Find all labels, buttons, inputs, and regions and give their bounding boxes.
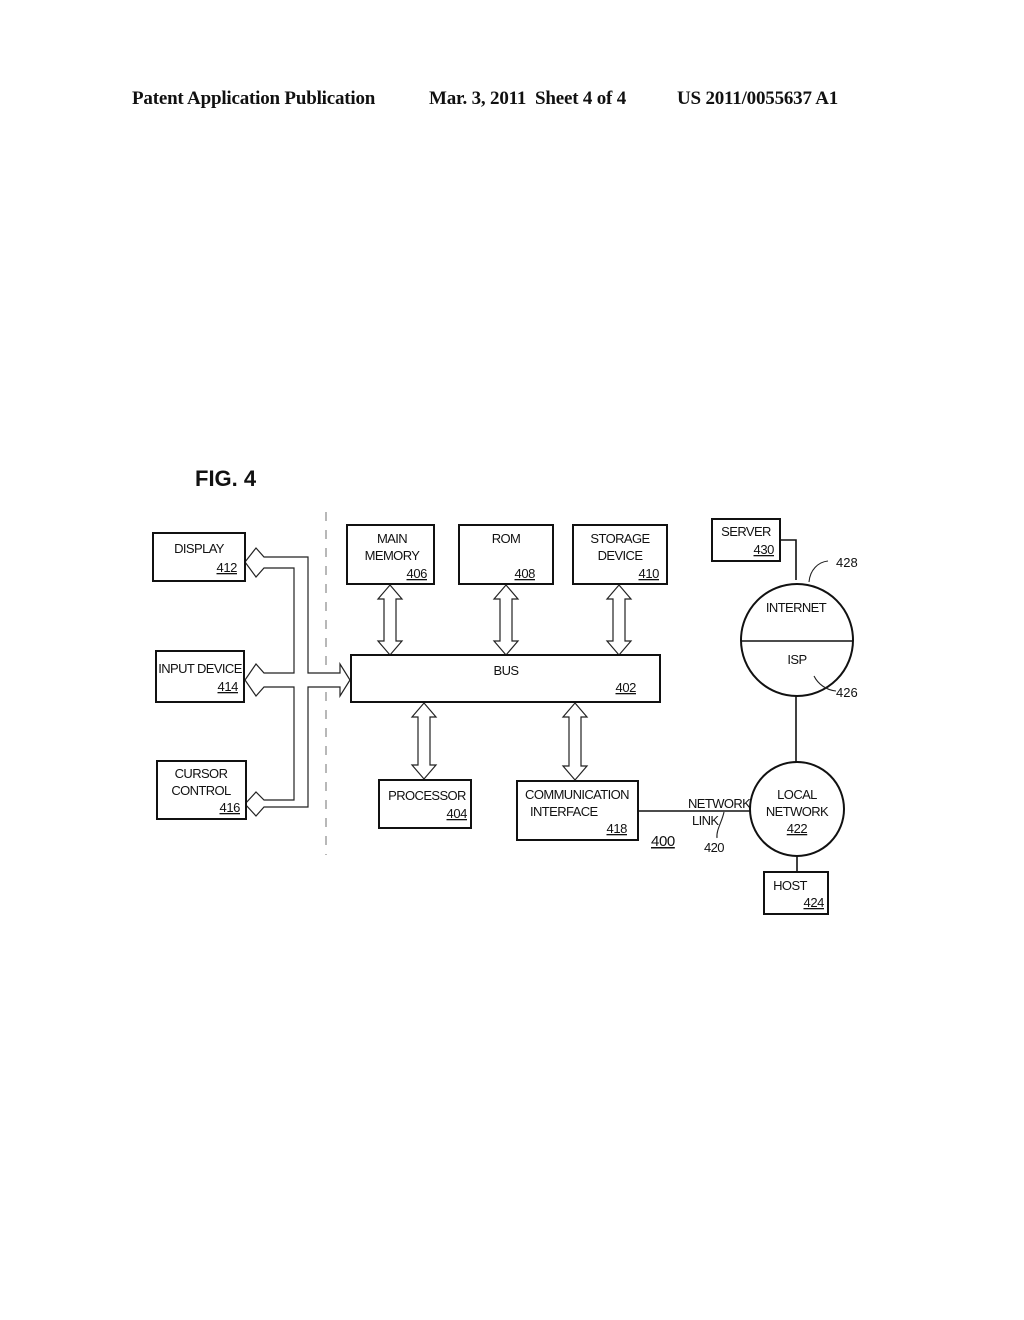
- cursor-control-ref: 416: [220, 800, 241, 815]
- storage-device-label-line2: DEVICE: [598, 548, 644, 563]
- processor-block: PROCESSOR 404: [378, 779, 472, 829]
- host-ref: 424: [804, 895, 825, 910]
- communication-interface-block: COMMUNICATION INTERFACE 418: [516, 780, 639, 841]
- cursor-control-block: CURSOR CONTROL 416: [156, 760, 247, 820]
- internet-ref: 428: [836, 555, 858, 570]
- main-memory-label-line2: MEMORY: [365, 548, 421, 563]
- input-device-label: INPUT DEVICE: [158, 661, 243, 676]
- system-ref: 400: [651, 833, 675, 850]
- cursor-control-label-line2: CONTROL: [171, 783, 231, 798]
- storage-device-label-line1: STORAGE: [590, 531, 650, 546]
- figure-4-diagram: FIG. 4 DISPLAY 412 INPUT DEVICE 414 CURS…: [152, 466, 858, 915]
- bus-ref: 402: [616, 680, 637, 695]
- storage-device-block: STORAGE DEVICE 410: [572, 524, 668, 585]
- server-ref: 430: [754, 542, 775, 557]
- bus-label: BUS: [494, 663, 520, 678]
- main-memory-bus-arrow: [376, 584, 404, 656]
- comm-interface-label-line2: INTERFACE: [530, 804, 598, 819]
- main-memory-label-line1: MAIN: [377, 531, 407, 546]
- rom-block: ROM 408: [458, 524, 554, 585]
- server-label: SERVER: [721, 524, 771, 539]
- internet-leader: [808, 560, 829, 583]
- processor-label: PROCESSOR: [388, 788, 466, 803]
- storage-bus-arrow: [605, 584, 633, 656]
- host-label: HOST: [773, 878, 807, 893]
- host-block: HOST 424: [763, 871, 829, 915]
- internet-label: INTERNET: [766, 600, 827, 615]
- isp-label: ISP: [787, 652, 806, 667]
- main-memory-ref: 406: [407, 566, 428, 581]
- bus-block: BUS 402: [350, 654, 661, 703]
- internet-isp-cloud: INTERNET ISP: [740, 583, 854, 697]
- comm-interface-label-line1: COMMUNICATION: [525, 787, 629, 802]
- peripheral-bus-arrows: [244, 547, 351, 817]
- input-device-block: INPUT DEVICE 414: [155, 650, 245, 703]
- rom-ref: 408: [515, 566, 536, 581]
- display-block: DISPLAY 412: [152, 532, 246, 582]
- network-link-ref: 420: [704, 840, 724, 855]
- rom-label: ROM: [492, 531, 521, 546]
- display-label: DISPLAY: [174, 541, 225, 556]
- local-network-ref: 422: [787, 821, 808, 836]
- local-network-label-line2: NETWORK: [766, 804, 829, 819]
- bus-comm-interface-arrow: [561, 702, 589, 781]
- rom-bus-arrow: [492, 584, 520, 656]
- input-device-ref: 414: [218, 679, 239, 694]
- local-network-cloud: LOCAL NETWORK 422: [749, 761, 845, 857]
- server-block: SERVER 430: [711, 518, 781, 562]
- cursor-control-label-line1: CURSOR: [175, 766, 228, 781]
- server-internet-line: [780, 539, 797, 580]
- main-memory-block: MAIN MEMORY 406: [346, 524, 435, 585]
- local-network-label-line1: LOCAL: [777, 787, 817, 802]
- comm-interface-ref: 418: [607, 821, 628, 836]
- display-ref: 412: [217, 560, 238, 575]
- bus-processor-arrow: [410, 702, 438, 780]
- network-link-label-line2: LINK: [692, 813, 719, 828]
- network-link-label-line1: NETWORK: [688, 796, 751, 811]
- processor-ref: 404: [447, 806, 468, 821]
- isp-ref: 426: [836, 685, 858, 700]
- bus-to-peripherals-arrow: [244, 547, 351, 817]
- figure-title: FIG. 4: [195, 466, 257, 491]
- storage-device-ref: 410: [639, 566, 660, 581]
